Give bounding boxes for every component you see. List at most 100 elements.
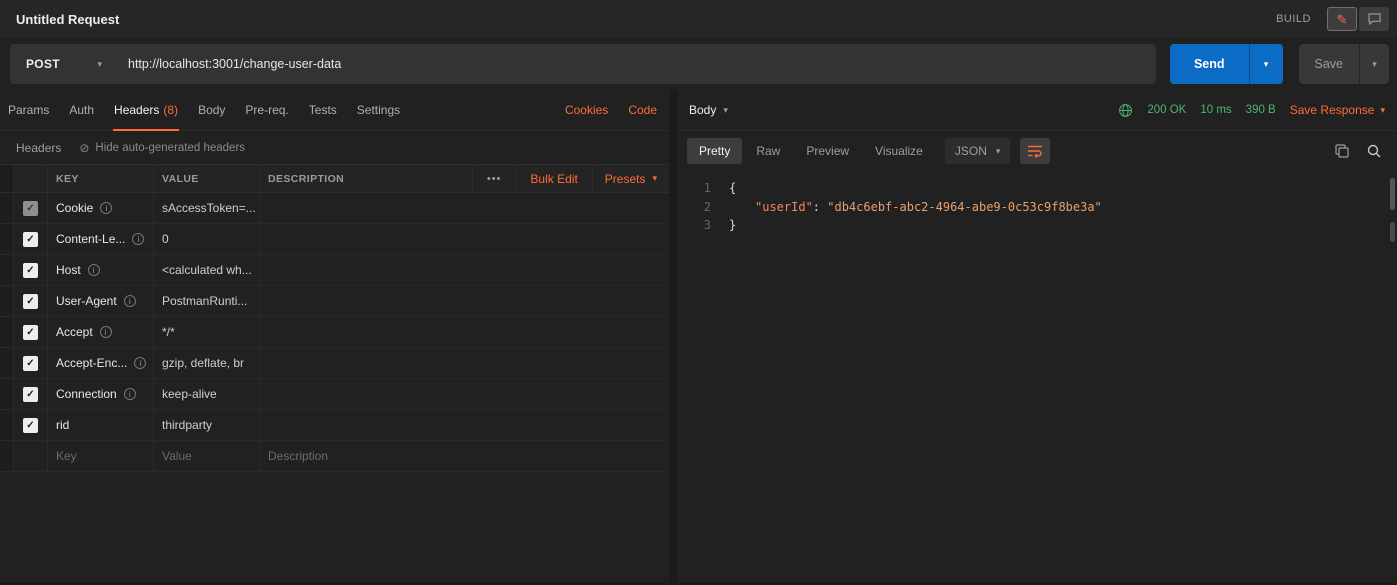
tab-settings[interactable]: Settings bbox=[347, 90, 410, 130]
header-value[interactable]: thirdparty bbox=[162, 418, 212, 432]
header-description[interactable] bbox=[260, 255, 669, 285]
scrollbar-thumb[interactable] bbox=[1390, 178, 1395, 210]
table-row[interactable]: ✓ Accepti */* bbox=[0, 317, 669, 348]
info-icon: i bbox=[100, 202, 112, 214]
header-value[interactable]: */* bbox=[162, 325, 175, 339]
header-description[interactable] bbox=[260, 317, 669, 347]
tab-body[interactable]: Body bbox=[188, 90, 235, 130]
url-input[interactable] bbox=[114, 57, 1156, 71]
table-row[interactable]: ✓ User-Agenti PostmanRunti... bbox=[0, 286, 669, 317]
more-options-icon[interactable]: ••• bbox=[472, 165, 516, 192]
header-key[interactable]: User-Agent bbox=[56, 294, 117, 308]
cookies-link[interactable]: Cookies bbox=[565, 103, 608, 117]
tab-headers[interactable]: Headers (8) bbox=[104, 90, 188, 130]
scrollbar-thumb[interactable] bbox=[1390, 222, 1395, 242]
row-checkbox[interactable]: ✓ bbox=[23, 325, 38, 340]
send-options-button[interactable]: ▾ bbox=[1249, 44, 1283, 84]
copy-response-button[interactable] bbox=[1335, 144, 1349, 158]
header-key[interactable]: Host bbox=[56, 263, 81, 277]
edit-request-button[interactable]: ✎ bbox=[1327, 7, 1357, 31]
save-options-button[interactable]: ▾ bbox=[1359, 44, 1389, 84]
response-size[interactable]: 390 B bbox=[1246, 104, 1276, 116]
view-tab-raw[interactable]: Raw bbox=[744, 138, 792, 164]
header-description[interactable] bbox=[260, 410, 669, 440]
tab-prerequest[interactable]: Pre-req. bbox=[235, 90, 298, 130]
row-drag-gutter bbox=[0, 286, 14, 316]
code-link[interactable]: Code bbox=[628, 103, 657, 117]
tab-label: Auth bbox=[69, 103, 94, 117]
code-line: 1 { bbox=[677, 179, 1397, 198]
new-header-row[interactable]: Key Value Description bbox=[0, 441, 669, 472]
header-description[interactable] bbox=[260, 348, 669, 378]
format-label: JSON bbox=[955, 144, 987, 158]
row-checkbox[interactable]: ✓ bbox=[23, 356, 38, 371]
header-description[interactable] bbox=[260, 193, 669, 223]
tab-tests[interactable]: Tests bbox=[299, 90, 347, 130]
header-value[interactable]: sAccessToken=... bbox=[162, 201, 256, 215]
row-drag-gutter bbox=[0, 441, 14, 471]
header-description[interactable] bbox=[260, 379, 669, 409]
table-row[interactable]: ✓ Connection i keep-alive bbox=[0, 379, 669, 410]
response-status-group: 200 OK 10 ms 390 B Save Response ▾ bbox=[1118, 103, 1385, 118]
header-description[interactable] bbox=[260, 286, 669, 316]
view-tab-preview[interactable]: Preview bbox=[794, 138, 861, 164]
pencil-icon: ✎ bbox=[1337, 13, 1348, 26]
value-placeholder[interactable]: Value bbox=[162, 449, 192, 463]
row-checkbox[interactable]: ✓ bbox=[23, 418, 38, 433]
json-colon: : bbox=[813, 200, 827, 214]
header-key[interactable]: Content-Le... bbox=[56, 232, 125, 246]
key-placeholder[interactable]: Key bbox=[56, 449, 77, 463]
save-response-dropdown[interactable]: Save Response ▾ bbox=[1290, 103, 1385, 117]
save-button[interactable]: Save bbox=[1299, 44, 1360, 84]
table-row[interactable]: ✓ Cookiei sAccessToken=... bbox=[0, 193, 669, 224]
table-row[interactable]: ✓ Accept-Enc...i gzip, deflate, br bbox=[0, 348, 669, 379]
send-button[interactable]: Send bbox=[1170, 44, 1249, 84]
row-checkbox[interactable]: ✓ bbox=[23, 294, 38, 309]
row-checkbox[interactable]: ✓ bbox=[23, 232, 38, 247]
response-body-dropdown[interactable]: Body ▾ bbox=[689, 103, 728, 117]
tab-label: Tests bbox=[309, 103, 337, 117]
header-key[interactable]: rid bbox=[56, 418, 69, 432]
header-value[interactable]: <calculated wh... bbox=[162, 263, 252, 277]
status-code[interactable]: 200 OK bbox=[1147, 104, 1186, 116]
tab-auth[interactable]: Auth bbox=[59, 90, 104, 130]
header-value[interactable]: PostmanRunti... bbox=[162, 294, 247, 308]
tab-label: Pre-req. bbox=[245, 103, 288, 117]
search-response-button[interactable] bbox=[1367, 144, 1381, 158]
header-value[interactable]: gzip, deflate, br bbox=[162, 356, 244, 370]
header-key[interactable]: Accept-Enc... bbox=[56, 356, 127, 370]
response-format-dropdown[interactable]: JSON ▾ bbox=[945, 138, 1011, 164]
header-key[interactable]: Cookie bbox=[56, 201, 93, 215]
header-description[interactable] bbox=[260, 224, 669, 254]
method-select[interactable]: POST ▾ bbox=[10, 57, 114, 71]
header-key[interactable]: Connection bbox=[56, 387, 117, 401]
table-row[interactable]: ✓ rid thirdparty bbox=[0, 410, 669, 441]
comment-button[interactable] bbox=[1359, 7, 1389, 31]
wrap-text-button[interactable] bbox=[1020, 138, 1050, 164]
row-checkbox[interactable]: ✓ bbox=[23, 387, 38, 402]
row-checkbox[interactable]: ✓ bbox=[23, 263, 38, 278]
response-time[interactable]: 10 ms bbox=[1200, 104, 1231, 116]
view-tab-pretty[interactable]: Pretty bbox=[687, 138, 742, 164]
header-key[interactable]: Accept bbox=[56, 325, 93, 339]
headers-meta-row: Headers ⊘ Hide auto-generated headers bbox=[0, 131, 669, 164]
header-value[interactable]: keep-alive bbox=[162, 387, 217, 401]
info-icon: i bbox=[124, 388, 136, 400]
tab-label: Headers bbox=[114, 103, 159, 117]
bulk-edit-link[interactable]: Bulk Edit bbox=[515, 165, 591, 192]
description-placeholder[interactable]: Description bbox=[268, 449, 328, 463]
tab-params[interactable]: Params bbox=[0, 90, 59, 130]
response-body-editor[interactable]: 1 { 2 "userId": "db4c6ebf-abc2-4964-abe9… bbox=[677, 171, 1397, 585]
pane-splitter[interactable] bbox=[669, 90, 677, 585]
view-tab-visualize[interactable]: Visualize bbox=[863, 138, 935, 164]
check-icon: ✓ bbox=[26, 265, 34, 276]
info-icon: i bbox=[132, 233, 144, 245]
table-row[interactable]: ✓ Hosti <calculated wh... bbox=[0, 255, 669, 286]
table-row[interactable]: ✓ Content-Le... i 0 bbox=[0, 224, 669, 255]
hide-autogenerated-toggle[interactable]: ⊘ Hide auto-generated headers bbox=[79, 141, 245, 155]
header-value[interactable]: 0 bbox=[162, 232, 169, 246]
row-checkbox[interactable]: ✓ bbox=[23, 201, 38, 216]
json-brace: { bbox=[729, 181, 736, 195]
row-drag-gutter bbox=[0, 224, 14, 254]
presets-dropdown[interactable]: Presets ▾ bbox=[592, 165, 669, 192]
